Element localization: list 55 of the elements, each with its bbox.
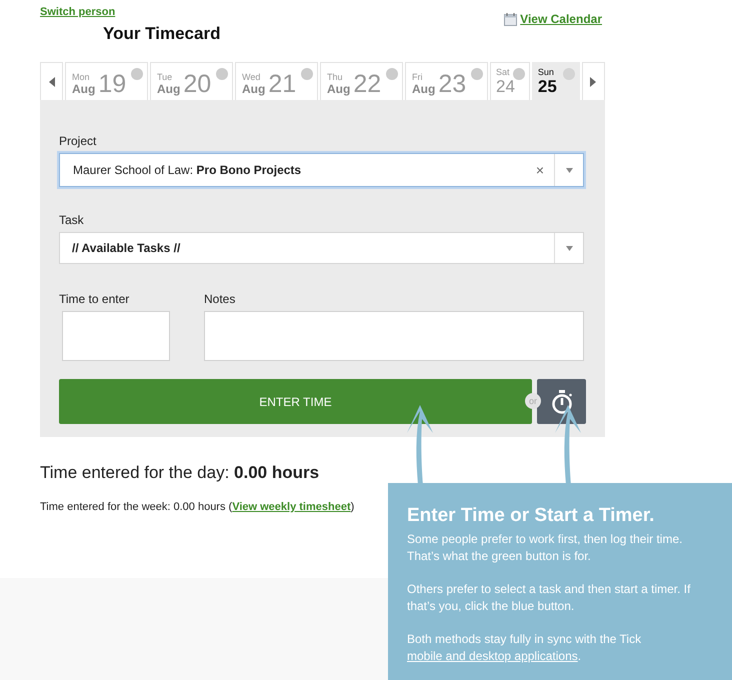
tip-text: Both methods stay fully in sync with the Tick mobile and desktop applications. xyxy=(407,631,642,665)
project-label: Project xyxy=(59,134,98,148)
day-total-text: Time entered for the day: 0.00 hours xyxy=(40,463,320,483)
dropdown-caret-icon xyxy=(566,246,572,250)
notes-field[interactable] xyxy=(204,311,584,361)
day-number: 19 xyxy=(98,72,126,96)
tip-text: Some people prefer to work first, then log their time. That’s what the green button is for. xyxy=(407,531,684,565)
status-dot-icon xyxy=(386,68,398,80)
start-timer-button[interactable] xyxy=(537,379,586,424)
weekly-timesheet-link[interactable]: View weekly timesheet xyxy=(232,501,351,513)
project-select[interactable]: Maurer School of Law: Pro Bono Projects × xyxy=(59,153,584,187)
weekday-label: Mon xyxy=(72,72,91,83)
page-title: Your Timecard xyxy=(103,24,220,44)
calendar-icon xyxy=(504,12,518,26)
stopwatch-icon xyxy=(550,390,572,414)
status-dot-icon xyxy=(471,68,483,80)
time-field[interactable] xyxy=(62,311,170,361)
task-select[interactable]: // Available Tasks // xyxy=(59,232,584,264)
view-calendar-link[interactable]: View Calendar xyxy=(520,12,602,26)
weekday-label: Wed xyxy=(242,72,262,83)
weekday-label: Sat xyxy=(496,67,510,78)
day-number: 20 xyxy=(183,72,212,96)
day-number: 23 xyxy=(438,72,466,96)
month-label: Aug xyxy=(412,83,436,96)
notes-label: Notes xyxy=(204,292,236,306)
enter-time-button[interactable]: ENTER TIME xyxy=(59,379,532,424)
left-triangle-icon xyxy=(48,76,54,86)
status-dot-icon xyxy=(131,68,143,80)
clear-icon[interactable]: × xyxy=(526,162,554,178)
weekday-label: Fri xyxy=(412,72,424,83)
day-tab[interactable]: Sat 24 xyxy=(490,62,530,100)
tip-title: Enter Time or Start a Timer. xyxy=(407,505,656,527)
day-tab[interactable]: Sun 25 xyxy=(532,62,580,100)
month-label: Aug xyxy=(72,83,96,96)
month-label: Aug xyxy=(327,83,350,96)
task-label: Task xyxy=(59,213,85,227)
status-dot-icon xyxy=(216,68,228,80)
right-triangle-icon xyxy=(590,76,596,86)
day-number: 24 xyxy=(496,78,515,96)
weekday-label: Thu xyxy=(327,72,344,83)
month-label: Aug xyxy=(242,83,266,96)
month-label: Aug xyxy=(157,83,180,96)
tip-text: Others prefer to select a task and then start a timer. If that’s you, click the blue button. xyxy=(407,581,692,615)
next-week-button[interactable] xyxy=(582,62,605,100)
switch-person-link[interactable]: Switch person xyxy=(40,6,116,18)
status-dot-icon xyxy=(512,68,525,80)
time-label: Time to enter xyxy=(59,292,130,306)
day-number: 22 xyxy=(353,72,382,96)
day-number: 21 xyxy=(268,72,296,96)
previous-week-button[interactable] xyxy=(40,62,63,100)
weekday-label: Sun xyxy=(538,67,554,78)
status-dot-icon xyxy=(301,68,313,80)
dropdown-caret-icon xyxy=(566,168,572,172)
weekday-label: Tue xyxy=(157,72,174,83)
day-number: 25 xyxy=(538,78,557,96)
